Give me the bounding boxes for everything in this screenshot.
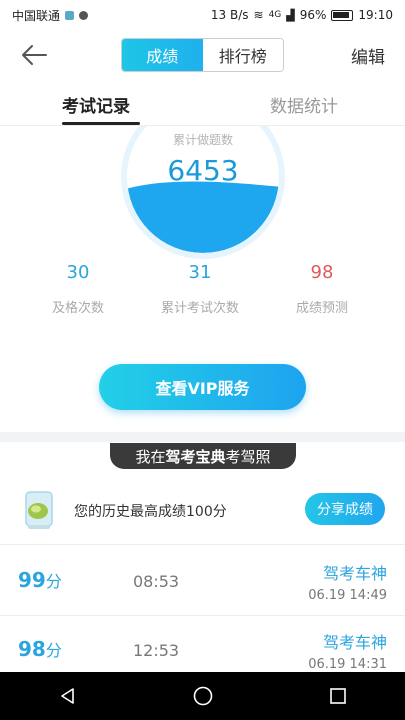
arrow-left-icon[interactable] [18, 40, 52, 70]
banner-brand: 驾考宝典 [165, 447, 226, 466]
record-score-unit: 分 [45, 641, 62, 660]
carrier-label: 中国联通 [12, 8, 61, 23]
stat-passed-label: 及格次数 [51, 301, 104, 316]
stat-prediction-label: 成绩预测 [295, 301, 348, 316]
sub-tabs-overlay: 考试记录 数据统计 [0, 80, 405, 126]
tab-exam-records-label[interactable]: 考试记录 [62, 92, 130, 117]
network-speed: 13 B/s [210, 8, 249, 22]
record-title: 驾考车神 [322, 633, 387, 652]
view-vip-button[interactable]: 查看VIP服务 [99, 364, 306, 410]
recent-square-icon[interactable] [314, 672, 362, 720]
stat-prediction: 98 成绩预测 [267, 262, 377, 316]
banner-prefix: 我在 [135, 447, 166, 466]
record-score-value: 99 [18, 568, 46, 592]
network-type: 4G [268, 10, 282, 20]
stat-passed: 30 及格次数 [23, 262, 133, 316]
edit-button[interactable]: 编辑 [351, 43, 385, 68]
app-header: 成绩 排行榜 编辑 [0, 30, 405, 80]
brand-banner: 我在 驾考宝典 考驾照 [110, 443, 296, 469]
stat-passed-value: 30 [66, 262, 90, 283]
app-notification-icon [65, 10, 75, 20]
stats-row: 30 及格次数 31 累计考试次数 98 成绩预测 [0, 262, 405, 332]
home-circle-icon[interactable] [179, 672, 227, 720]
record-score-value: 98 [18, 637, 46, 661]
stat-total-exams-label: 累计考试次数 [160, 301, 239, 316]
battery-percent: 96% [299, 8, 327, 22]
best-score-text: 您的历史最高成绩100分 [74, 504, 227, 520]
trophy-icon [25, 491, 53, 529]
back-triangle-icon[interactable] [44, 672, 92, 720]
record-score-unit: 分 [45, 572, 62, 591]
section-divider [0, 432, 405, 442]
share-score-button[interactable]: 分享成绩 [305, 493, 385, 525]
signal-icon: ▟ [286, 8, 295, 22]
segment-scores[interactable]: 成绩 [122, 39, 203, 71]
system-nav-bar [0, 672, 405, 720]
record-score: 98分 [18, 637, 62, 661]
exam-record-row[interactable]: 99分 08:53 驾考车神 06.19 14:49 [0, 548, 405, 616]
gauge-wave-path [127, 181, 279, 253]
stat-total-exams: 31 累计考试次数 [145, 262, 255, 316]
clock: 19:10 [358, 8, 393, 22]
record-date: 06.19 14:49 [308, 588, 387, 603]
record-score: 99分 [18, 568, 62, 592]
gauge-value: 6453 [167, 154, 239, 187]
wifi-icon: ≋ [253, 8, 264, 22]
app-page: 中国联通 13 B/s ≋ 4G ▟ 96% 19:10 成绩 排行榜 编辑 考… [0, 0, 405, 720]
status-bar: 中国联通 13 B/s ≋ 4G ▟ 96% 19:10 [0, 0, 405, 30]
segment-control: 成绩 排行榜 [121, 38, 284, 72]
tab-indicator [62, 122, 140, 125]
shield-notification-icon [79, 10, 89, 20]
battery-icon [331, 9, 354, 21]
gauge-label: 累计做题数 [172, 133, 233, 147]
segment-leaderboard[interactable]: 排行榜 [202, 39, 283, 71]
record-duration: 12:53 [133, 641, 180, 660]
stat-prediction-value: 98 [310, 262, 334, 283]
record-duration: 08:53 [133, 572, 180, 591]
record-date: 06.19 14:31 [308, 657, 387, 672]
banner-suffix: 考驾照 [225, 447, 271, 466]
best-score-row: 您的历史最高成绩100分 分享成绩 [0, 485, 405, 545]
record-title: 驾考车神 [322, 564, 387, 583]
stat-total-exams-value: 31 [188, 262, 212, 283]
tab-data-statistics-label[interactable]: 数据统计 [270, 92, 338, 117]
